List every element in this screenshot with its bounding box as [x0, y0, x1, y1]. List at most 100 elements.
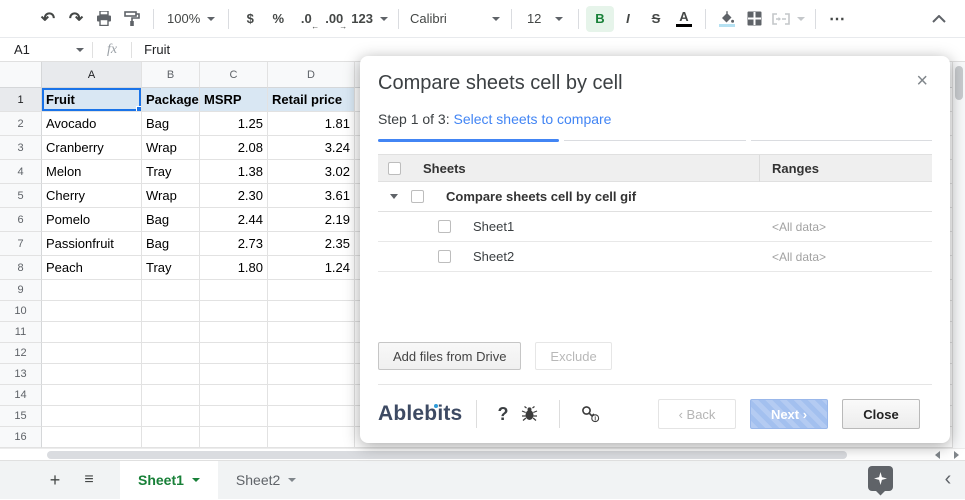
cell-C6[interactable]: 2.44 — [200, 208, 268, 232]
strikethrough-button[interactable]: S — [642, 6, 670, 32]
cell-C5[interactable]: 2.30 — [200, 184, 268, 208]
row-header-12[interactable]: 12 — [0, 343, 42, 364]
scroll-right-icon[interactable] — [954, 451, 959, 459]
bold-button[interactable]: B — [585, 5, 614, 32]
row-header-4[interactable]: 4 — [0, 160, 42, 184]
vertical-scrollbar-thumb[interactable] — [955, 66, 963, 100]
cell-C8[interactable]: 1.80 — [200, 256, 268, 280]
row-header-9[interactable]: 9 — [0, 280, 42, 301]
column-header-D[interactable]: D — [268, 62, 355, 88]
cell-D13[interactable] — [268, 364, 355, 385]
report-bug-icon[interactable] — [514, 406, 545, 422]
sheet-range[interactable]: <All data> — [760, 220, 932, 234]
cell-B10[interactable] — [142, 301, 200, 322]
cell-A4[interactable]: Melon — [42, 160, 142, 184]
cell-D10[interactable] — [268, 301, 355, 322]
cell-D16[interactable] — [268, 427, 355, 448]
row-header-11[interactable]: 11 — [0, 322, 42, 343]
cell-B3[interactable]: Wrap — [142, 136, 200, 160]
cell-B2[interactable]: Bag — [142, 112, 200, 136]
cell-D1[interactable]: Retail price — [268, 88, 355, 112]
cell-C7[interactable]: 2.73 — [200, 232, 268, 256]
cell-D12[interactable] — [268, 343, 355, 364]
sheet-checkbox[interactable] — [438, 250, 451, 263]
collapse-group-icon[interactable] — [390, 194, 398, 199]
row-header-1[interactable]: 1 — [0, 88, 42, 112]
column-header-A[interactable]: A — [42, 62, 142, 88]
cell-D4[interactable]: 3.02 — [268, 160, 355, 184]
cell-C12[interactable] — [200, 343, 268, 364]
cell-C4[interactable]: 1.38 — [200, 160, 268, 184]
cell-C2[interactable]: 1.25 — [200, 112, 268, 136]
all-sheets-menu-icon[interactable]: ≡ — [76, 467, 102, 493]
cell-B4[interactable]: Tray — [142, 160, 200, 184]
italic-button[interactable]: I — [614, 6, 642, 32]
cell-C9[interactable] — [200, 280, 268, 301]
cell-C13[interactable] — [200, 364, 268, 385]
cell-B6[interactable]: Bag — [142, 208, 200, 232]
cell-B15[interactable] — [142, 406, 200, 427]
cell-B12[interactable] — [142, 343, 200, 364]
cell-C3[interactable]: 2.08 — [200, 136, 268, 160]
select-all-checkbox[interactable] — [388, 161, 401, 175]
decrease-decimal-button[interactable]: .0 ← — [292, 6, 320, 32]
row-header-15[interactable]: 15 — [0, 406, 42, 427]
show-side-panel-icon[interactable]: ‹ — [938, 468, 958, 491]
cell-C11[interactable] — [200, 322, 268, 343]
undo-icon[interactable]: ↶ — [34, 6, 62, 32]
font-size-select[interactable]: 12 — [519, 6, 571, 32]
cell-A15[interactable] — [42, 406, 142, 427]
cell-D7[interactable]: 2.35 — [268, 232, 355, 256]
add-files-from-drive-button[interactable]: Add files from Drive — [378, 342, 522, 370]
row-header-6[interactable]: 6 — [0, 208, 42, 232]
cell-D11[interactable] — [268, 322, 355, 343]
tab-sheet2[interactable]: Sheet2 — [218, 461, 314, 500]
print-icon[interactable] — [90, 6, 118, 32]
explore-button[interactable] — [868, 466, 893, 491]
cell-D5[interactable]: 3.61 — [268, 184, 355, 208]
cell-A12[interactable] — [42, 343, 142, 364]
row-header-3[interactable]: 3 — [0, 136, 42, 160]
cell-A5[interactable]: Cherry — [42, 184, 142, 208]
row-header-5[interactable]: 5 — [0, 184, 42, 208]
borders-button[interactable] — [741, 6, 769, 32]
cell-A14[interactable] — [42, 385, 142, 406]
cell-A7[interactable]: Passionfruit — [42, 232, 142, 256]
text-color-button[interactable]: A — [670, 6, 698, 32]
paint-format-icon[interactable] — [118, 6, 146, 32]
cell-B7[interactable]: Bag — [142, 232, 200, 256]
cell-B8[interactable]: Tray — [142, 256, 200, 280]
cell-D6[interactable]: 2.19 — [268, 208, 355, 232]
currency-format-button[interactable]: $ — [236, 6, 264, 32]
cell-C16[interactable] — [200, 427, 268, 448]
cell-A13[interactable] — [42, 364, 142, 385]
horizontal-scrollbar-thumb[interactable] — [47, 451, 847, 459]
cell-C14[interactable] — [200, 385, 268, 406]
row-header-16[interactable]: 16 — [0, 427, 42, 448]
cell-A11[interactable] — [42, 322, 142, 343]
cell-A6[interactable]: Pomelo — [42, 208, 142, 232]
cell-D2[interactable]: 1.81 — [268, 112, 355, 136]
formula-input[interactable]: Fruit — [132, 42, 170, 57]
cell-A10[interactable] — [42, 301, 142, 322]
cell-C15[interactable] — [200, 406, 268, 427]
back-button[interactable]: ‹ Back — [658, 399, 736, 429]
column-header-C[interactable]: C — [200, 62, 268, 88]
redo-icon[interactable]: ↷ — [62, 6, 90, 32]
cell-B1[interactable]: Package — [142, 88, 200, 112]
collapse-toolbar-button[interactable] — [925, 6, 953, 32]
cell-A2[interactable]: Avocado — [42, 112, 142, 136]
vertical-scrollbar[interactable] — [952, 62, 965, 448]
fill-color-button[interactable] — [713, 6, 741, 32]
cell-D8[interactable]: 1.24 — [268, 256, 355, 280]
cell-D14[interactable] — [268, 385, 355, 406]
number-format-menu[interactable]: 123 — [348, 6, 391, 32]
close-button[interactable]: Close — [842, 399, 920, 429]
group-checkbox[interactable] — [411, 190, 424, 203]
increase-decimal-button[interactable]: .00 → — [320, 6, 348, 32]
cell-D3[interactable]: 3.24 — [268, 136, 355, 160]
more-toolbar-items-button[interactable]: ⋯ — [823, 6, 851, 32]
cell-B16[interactable] — [142, 427, 200, 448]
cell-B13[interactable] — [142, 364, 200, 385]
zoom-select[interactable]: 100% — [161, 6, 221, 32]
